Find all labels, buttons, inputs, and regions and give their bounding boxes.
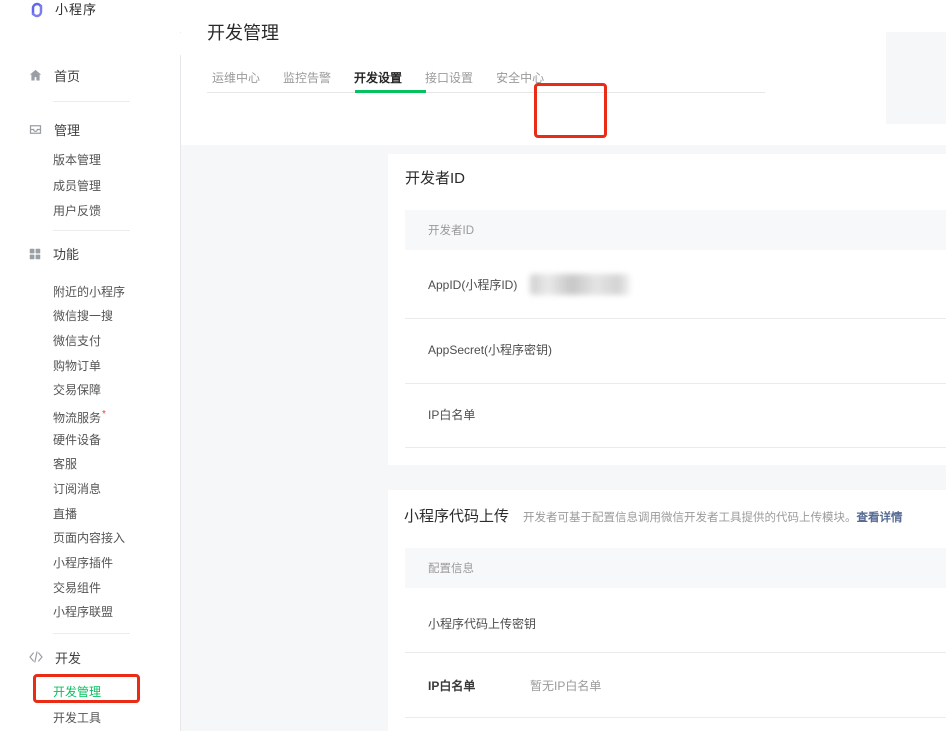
sidebar-item-member-manage[interactable]: 成员管理 [0,174,180,200]
tab-operations-center[interactable]: 运维中心 [212,71,260,85]
sidebar-item-page-content-access[interactable]: 页面内容接入 [0,526,180,551]
description-text: 开发者可基于配置信息调用微信开发者工具提供的代码上传模块。 [523,512,857,524]
sidebar-item-home[interactable]: 首页 [0,60,180,90]
app-title: 小程序 [55,0,97,20]
sidebar-item-trade-guarantee[interactable]: 交易保障 [0,378,180,403]
tab-bar-divider [207,92,765,93]
view-details-link[interactable]: 查看详情 [857,512,903,524]
sidebar-group-develop-header[interactable]: 开发 [0,647,180,667]
sidebar-group-features-header[interactable]: 功能 [0,244,180,264]
sidebar-divider [53,230,130,231]
sidebar-item-live[interactable]: 直播 [0,502,180,527]
sidebar-item-develop-manage[interactable]: 开发管理 [0,680,180,706]
inbox-icon [28,122,43,137]
developer-id-section: 开发者ID 开发者ID AppID(小程序ID) AppSecret(小程序密钥… [388,154,946,465]
background-gutter [886,32,946,124]
sidebar-group-manage-header[interactable]: 管理 [0,119,180,139]
ip-whitelist-label: IP白名单 [428,408,475,422]
sidebar-group-label: 功能 [53,244,79,263]
sidebar-item-develop-tools[interactable]: 开发工具 [0,706,180,731]
row-divider [405,318,946,319]
tab-monitor-alert[interactable]: 监控告警 [283,71,331,85]
table-header-label: 配置信息 [428,560,474,576]
tab-develop-settings[interactable]: 开发设置 [354,71,402,85]
table-header-bar: 配置信息 [405,548,946,588]
upload-key-label: 小程序代码上传密钥 [428,617,536,631]
table-header-label: 开发者ID [428,222,474,238]
sidebar-item-hardware-device[interactable]: 硬件设备 [0,428,180,453]
sidebar-item-customer-service[interactable]: 客服 [0,452,180,477]
sidebar-item-trade-component[interactable]: 交易组件 [0,576,180,601]
top-header-bar: 小程序 [0,0,951,33]
tab-bar: 运维中心 监控告警 开发设置 接口设置 安全中心 [212,71,544,85]
sidebar-divider [53,633,130,634]
miniprogram-logo-icon [27,0,47,20]
code-upload-section: 小程序代码上传 开发者可基于配置信息调用微信开发者工具提供的代码上传模块。查看详… [388,490,946,731]
required-asterisk: * [102,409,106,420]
sidebar-divider [53,101,130,102]
row-divider [405,717,946,718]
sidebar-item-miniprogram-union[interactable]: 小程序联盟 [0,600,180,625]
section-title: 小程序代码上传 [404,508,509,526]
home-icon [28,68,43,83]
sidebar-group-label: 开发 [55,648,81,667]
appid-label: AppID(小程序ID) [428,278,517,292]
section-title: 开发者ID [405,170,465,188]
code-icon [28,650,44,664]
ip-whitelist-value: 暂无IP白名单 [530,679,601,693]
row-divider [405,383,946,384]
active-tab-underline [355,90,426,93]
page-title: 开发管理 [207,22,279,44]
sidebar-item-miniprogram-plugin[interactable]: 小程序插件 [0,551,180,576]
appsecret-label: AppSecret(小程序密钥) [428,343,552,357]
sidebar: 首页 管理 版本管理 成员管理 用户反馈 功能 附近的小程序 [0,32,180,731]
table-header-bar: 开发者ID [405,210,946,250]
sidebar-group-label: 管理 [54,120,80,139]
sidebar-item-wechat-search[interactable]: 微信搜一搜 [0,304,180,329]
main-header [181,32,951,145]
ip-whitelist-label: IP白名单 [428,679,475,693]
sidebar-group-features: 功能 附近的小程序 微信搜一搜 微信支付 购物订单 交易保障 物流服务* 硬件设… [0,244,180,626]
sidebar-item-subscribe-message[interactable]: 订阅消息 [0,477,180,502]
sidebar-item-label: 首页 [54,66,80,85]
sidebar-item-wechat-pay[interactable]: 微信支付 [0,329,180,354]
sidebar-item-shopping-orders[interactable]: 购物订单 [0,354,180,379]
grid-icon [28,247,42,261]
appid-value-redacted [530,274,630,295]
row-divider [405,652,946,653]
sidebar-item-version-manage[interactable]: 版本管理 [0,148,180,174]
sidebar-item-user-feedback[interactable]: 用户反馈 [0,199,180,225]
miniprogram-logo[interactable]: 小程序 [27,0,97,20]
sidebar-item-logistics-service[interactable]: 物流服务* [0,403,180,428]
section-description: 开发者可基于配置信息调用微信开发者工具提供的代码上传模块。查看详情 [523,509,903,525]
row-divider [405,447,946,448]
sidebar-item-label: 物流服务 [53,411,101,425]
tab-security-center[interactable]: 安全中心 [496,71,544,85]
sidebar-group-develop: 开发 开发管理 开发工具 [0,647,180,731]
sidebar-group-manage: 管理 版本管理 成员管理 用户反馈 [0,119,180,225]
tab-api-settings[interactable]: 接口设置 [425,71,473,85]
sidebar-item-nearby-miniprogram[interactable]: 附近的小程序 [0,280,180,305]
